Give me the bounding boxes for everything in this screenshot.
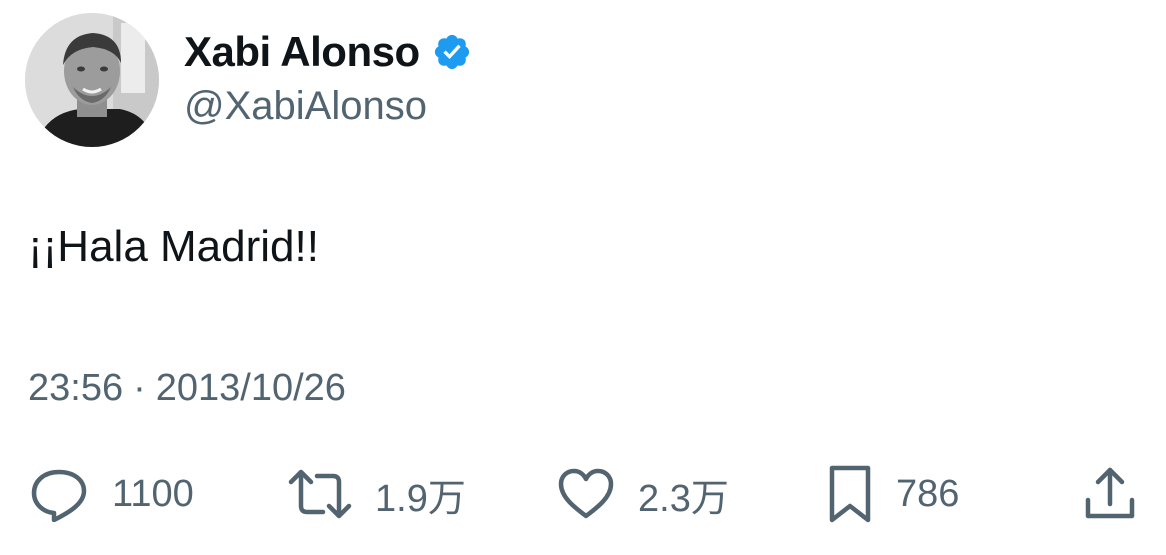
tweet-timestamp[interactable]: 23:56 · 2013/10/26 — [28, 367, 346, 410]
bookmark-count: 786 — [896, 472, 960, 515]
heart-icon — [558, 468, 614, 519]
like-count: 2.3万 — [638, 477, 729, 520]
author-handle[interactable]: @XabiAlonso — [184, 84, 427, 129]
share-button[interactable] — [1080, 466, 1140, 522]
avatar-photo — [25, 13, 159, 147]
share-icon — [1085, 467, 1135, 519]
like-button[interactable]: 2.3万 — [556, 466, 729, 522]
bookmark-icon — [829, 465, 871, 523]
tweet-text: ¡¡Hala Madrid!! — [28, 222, 319, 271]
tweet-time: 23:56 — [28, 367, 124, 409]
avatar[interactable] — [25, 13, 159, 147]
tweet-date: 2013/10/26 — [155, 367, 346, 409]
reply-icon — [31, 469, 87, 522]
retweet-count: 1.9万 — [375, 477, 466, 520]
retweet-icon — [288, 469, 352, 519]
author-display-name[interactable]: Xabi Alonso — [184, 28, 420, 76]
author-name-row: Xabi Alonso — [184, 24, 472, 80]
verified-badge-icon[interactable] — [432, 32, 472, 72]
reply-button[interactable]: 1100 — [28, 466, 194, 522]
retweet-button[interactable]: 1.9万 — [287, 466, 466, 522]
timestamp-separator: · — [133, 367, 146, 409]
reply-count: 1100 — [112, 472, 194, 515]
bookmark-button[interactable]: 786 — [826, 465, 960, 523]
